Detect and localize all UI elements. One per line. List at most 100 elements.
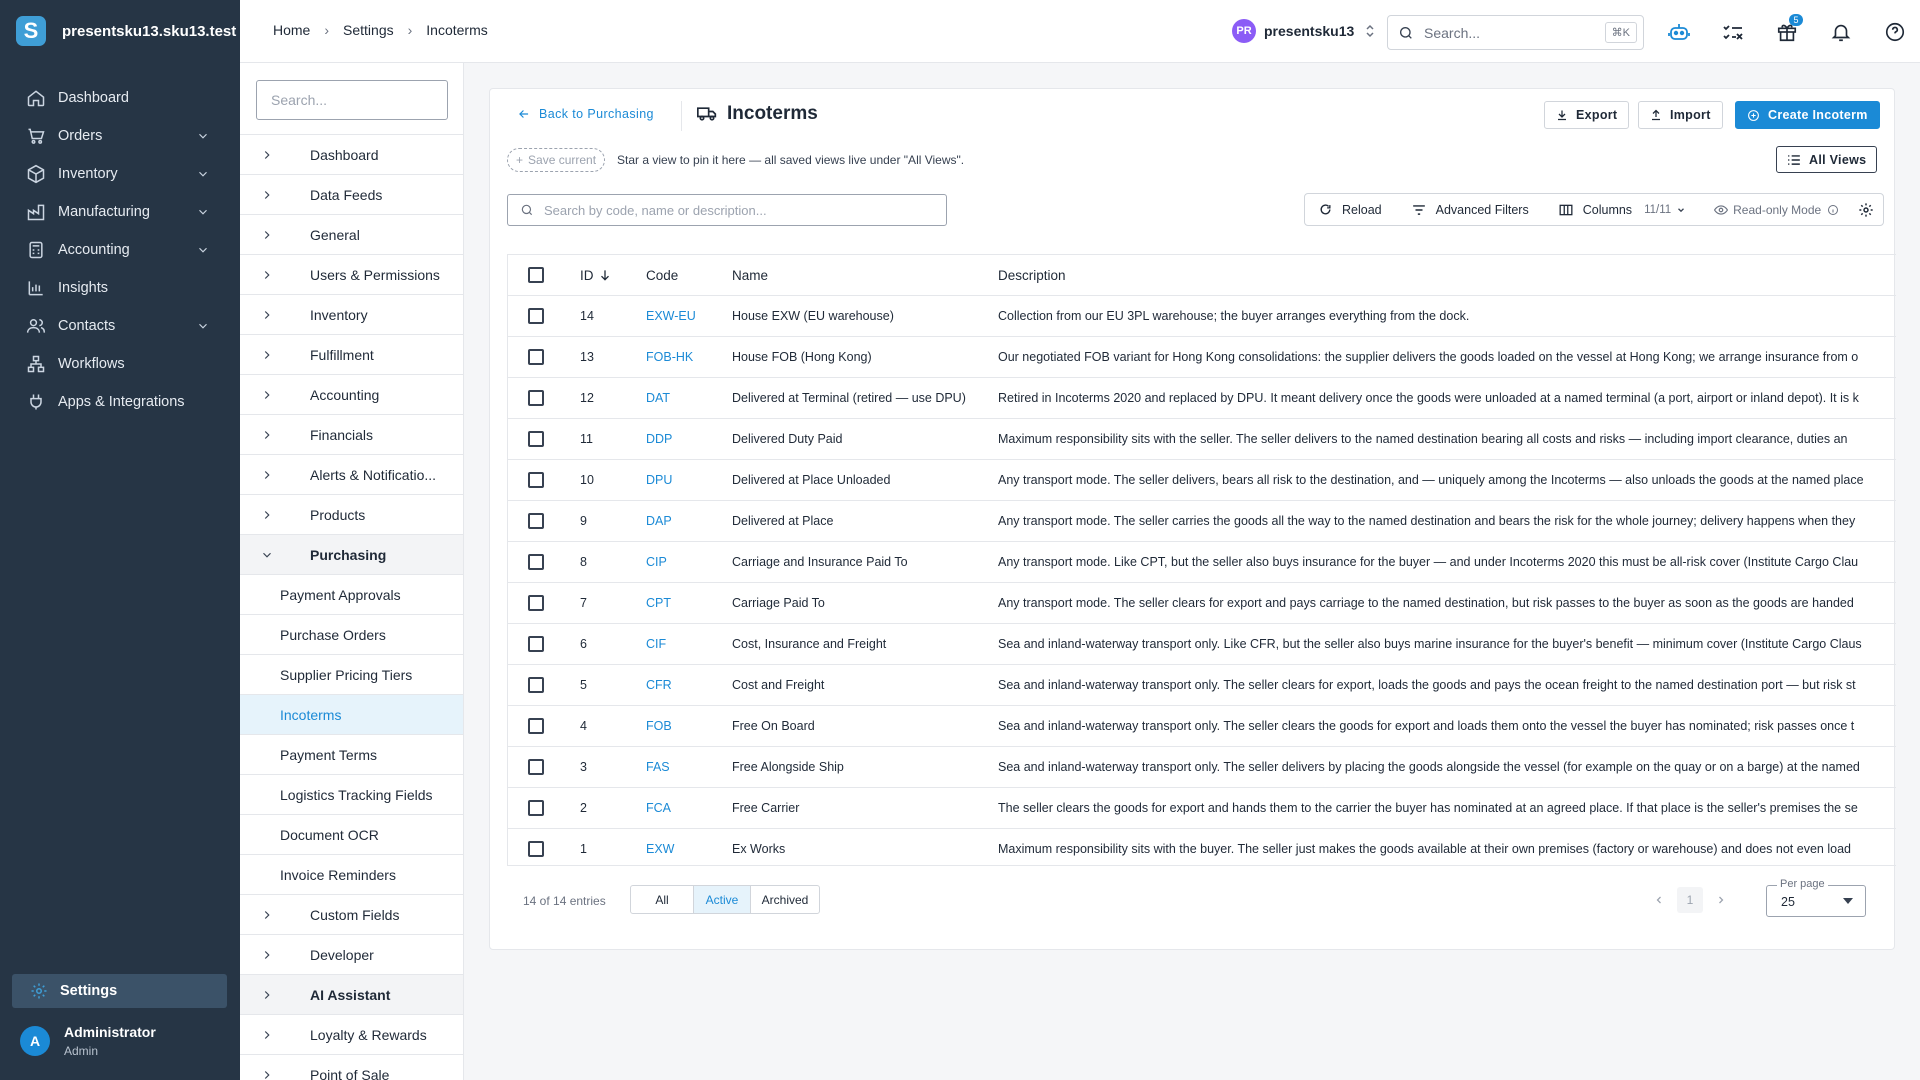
- table-row[interactable]: 11 DDP Delivered Duty Paid Maximum responsi…: [508, 419, 1896, 460]
- cell-code-link[interactable]: EXW-EU: [646, 309, 696, 323]
- gifts-button[interactable]: 5: [1773, 14, 1803, 46]
- save-current-view-button[interactable]: + Save current: [507, 148, 606, 172]
- table-row[interactable]: 5 CFR Cost and Freight Sea and inland-water…: [508, 665, 1896, 706]
- select-all-checkbox[interactable]: [528, 267, 544, 283]
- breadcrumb-home[interactable]: Home: [273, 22, 310, 38]
- row-checkbox[interactable]: [528, 636, 544, 652]
- table-row[interactable]: 8 CIP Carriage and Insurance Paid To Any tr…: [508, 542, 1896, 583]
- cell-code-link[interactable]: DAP: [646, 514, 672, 528]
- table-search-input[interactable]: Search by code, name or description...: [507, 194, 947, 226]
- settings-sub-item-active[interactable]: Incoterms: [240, 695, 463, 735]
- cell-code-link[interactable]: EXW: [646, 842, 674, 856]
- table-row[interactable]: 3 FAS Free Alongside Ship Sea and inland-wa…: [508, 747, 1896, 788]
- row-checkbox[interactable]: [528, 472, 544, 488]
- settings-sub-item[interactable]: Supplier Pricing Tiers: [240, 655, 463, 695]
- cell-code-link[interactable]: DDP: [646, 432, 672, 446]
- settings-group[interactable]: Accounting: [240, 375, 463, 415]
- cell-code-link[interactable]: CIF: [646, 637, 666, 651]
- settings-sub-item[interactable]: Document OCR: [240, 815, 463, 855]
- chevron-down-icon[interactable]: [196, 129, 210, 143]
- account-switcher[interactable]: PR presentsku13: [1232, 19, 1376, 43]
- row-checkbox[interactable]: [528, 308, 544, 324]
- global-search-input[interactable]: Search... ⌘K: [1387, 15, 1644, 50]
- chevron-down-icon[interactable]: [196, 243, 210, 257]
- table-row[interactable]: 2 FCA Free Carrier The seller clears the go…: [508, 788, 1896, 829]
- notifications-button[interactable]: [1827, 18, 1855, 46]
- nav-item-dashboard[interactable]: Dashboard: [0, 79, 240, 117]
- chevron-down-icon[interactable]: [196, 319, 210, 333]
- cell-code-link[interactable]: FAS: [646, 760, 670, 774]
- help-button[interactable]: [1881, 18, 1909, 46]
- settings-group[interactable]: Inventory: [240, 295, 463, 335]
- reload-button[interactable]: Reload: [1319, 203, 1382, 217]
- page-number-button[interactable]: 1: [1677, 887, 1703, 913]
- column-header-description[interactable]: Description: [998, 268, 1066, 283]
- settings-group[interactable]: Dashboard: [240, 135, 463, 175]
- table-row[interactable]: 10 DPU Delivered at Place Unloaded Any tran…: [508, 460, 1896, 501]
- chevron-down-icon[interactable]: [196, 205, 210, 219]
- settings-group[interactable]: Alerts & Notificatio...: [240, 455, 463, 495]
- column-header-code[interactable]: Code: [646, 268, 678, 283]
- tasks-button[interactable]: [1719, 18, 1747, 46]
- table-row[interactable]: 9 DAP Delivered at Place Any transport mode…: [508, 501, 1896, 542]
- row-checkbox[interactable]: [528, 800, 544, 816]
- settings-sub-item[interactable]: Logistics Tracking Fields: [240, 775, 463, 815]
- status-tab-archived[interactable]: Archived: [751, 886, 819, 913]
- row-checkbox[interactable]: [528, 513, 544, 529]
- table-row[interactable]: 14 EXW-EU House EXW (EU warehouse) Collecti…: [508, 296, 1896, 337]
- chevron-down-icon[interactable]: [196, 167, 210, 181]
- create-incoterm-button[interactable]: Create Incoterm: [1735, 101, 1880, 129]
- row-checkbox[interactable]: [528, 390, 544, 406]
- workspace-switcher[interactable]: S presentsku13.sku13.test: [16, 16, 236, 46]
- all-views-button[interactable]: All Views: [1776, 146, 1878, 173]
- settings-group[interactable]: Loyalty & Rewards: [240, 1015, 463, 1055]
- table-row[interactable]: 1 EXW Ex Works Maximum responsibility sits …: [508, 829, 1896, 865]
- import-button[interactable]: Import: [1638, 101, 1723, 129]
- cell-code-link[interactable]: CPT: [646, 596, 671, 610]
- next-page-button[interactable]: [1715, 894, 1727, 906]
- row-checkbox[interactable]: [528, 841, 544, 857]
- nav-item-inventory[interactable]: Inventory: [0, 155, 240, 193]
- row-checkbox[interactable]: [528, 431, 544, 447]
- status-tab-all[interactable]: All: [631, 886, 694, 913]
- table-row[interactable]: 12 DAT Delivered at Terminal (retired — us…: [508, 378, 1896, 419]
- user-menu[interactable]: A Administrator Admin: [20, 1024, 156, 1058]
- cell-code-link[interactable]: CIP: [646, 555, 667, 569]
- row-checkbox[interactable]: [528, 759, 544, 775]
- row-checkbox[interactable]: [528, 677, 544, 693]
- settings-group[interactable]: Data Feeds: [240, 175, 463, 215]
- breadcrumb-settings[interactable]: Settings: [343, 22, 394, 38]
- column-header-name[interactable]: Name: [732, 268, 768, 283]
- nav-item-apps[interactable]: Apps & Integrations: [0, 383, 240, 421]
- table-settings-button[interactable]: [1858, 202, 1874, 218]
- read-only-mode-toggle[interactable]: Read-only Mode: [1714, 203, 1844, 217]
- columns-button[interactable]: Columns 11/11: [1559, 203, 1696, 217]
- settings-group[interactable]: Point of Sale: [240, 1055, 463, 1080]
- settings-sub-item[interactable]: Payment Approvals: [240, 575, 463, 615]
- settings-sub-item[interactable]: Payment Terms: [240, 735, 463, 775]
- ai-assistant-button[interactable]: [1665, 18, 1693, 46]
- settings-group[interactable]: General: [240, 215, 463, 255]
- nav-item-orders[interactable]: Orders: [0, 117, 240, 155]
- nav-item-manufacturing[interactable]: Manufacturing: [0, 193, 240, 231]
- settings-group-purchasing[interactable]: Purchasing: [240, 535, 463, 575]
- cell-code-link[interactable]: DAT: [646, 391, 670, 405]
- cell-code-link[interactable]: CFR: [646, 678, 672, 692]
- settings-sub-item[interactable]: Invoice Reminders: [240, 855, 463, 895]
- back-to-purchasing-link[interactable]: Back to Purchasing: [517, 107, 654, 121]
- advanced-filters-button[interactable]: Advanced Filters: [1412, 203, 1529, 217]
- settings-sub-item[interactable]: Purchase Orders: [240, 615, 463, 655]
- nav-item-insights[interactable]: Insights: [0, 269, 240, 307]
- settings-search-input[interactable]: Search...: [256, 80, 448, 120]
- row-checkbox[interactable]: [528, 595, 544, 611]
- settings-group[interactable]: Users & Permissions: [240, 255, 463, 295]
- per-page-select[interactable]: Per page 25: [1766, 878, 1866, 917]
- row-checkbox[interactable]: [528, 349, 544, 365]
- nav-item-settings[interactable]: Settings: [12, 974, 227, 1008]
- cell-code-link[interactable]: FOB-HK: [646, 350, 693, 364]
- row-checkbox[interactable]: [528, 718, 544, 734]
- export-button[interactable]: Export: [1544, 101, 1630, 129]
- table-row[interactable]: 7 CPT Carriage Paid To Any transport mode. …: [508, 583, 1896, 624]
- nav-item-contacts[interactable]: Contacts: [0, 307, 240, 345]
- settings-group[interactable]: Developer: [240, 935, 463, 975]
